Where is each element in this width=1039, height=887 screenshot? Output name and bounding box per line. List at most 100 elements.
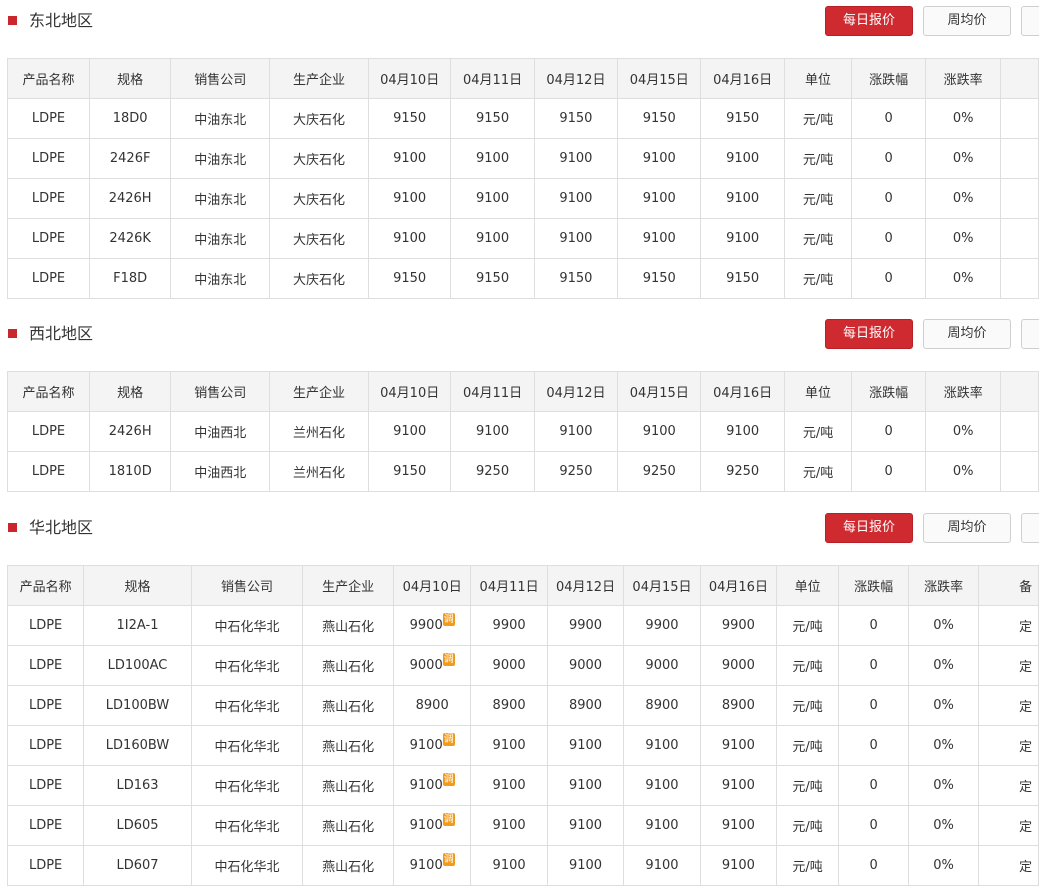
price-cell: 9000	[470, 645, 548, 686]
section-marker-icon	[8, 16, 17, 25]
change-cell: 0	[838, 725, 910, 766]
price-cell: 9100	[470, 845, 548, 886]
producer-cell: 燕山石化	[302, 845, 394, 886]
product-link[interactable]: LDPE	[7, 178, 90, 219]
daily-quote-button[interactable]: 每日报价	[825, 513, 913, 543]
price-cell: 9100	[546, 725, 625, 766]
producer-cell: 兰州石化	[269, 451, 369, 492]
table-row: LDPE LD605 中石化华北 燕山石化 9100调 9100 9100 91…	[6, 805, 1039, 846]
section-marker-icon	[8, 523, 17, 532]
col-header-unit: 单位	[776, 565, 840, 606]
price-cell: 9100	[546, 765, 625, 806]
price-cell: 9150	[367, 98, 452, 139]
col-header-date-4: 04月15日	[617, 371, 702, 412]
change-cell: 0	[838, 685, 910, 726]
price-cell: 9100	[699, 845, 778, 886]
price-cell: 9100	[699, 725, 778, 766]
seller-cell: 中石化华北	[190, 765, 304, 806]
weekly-average-button[interactable]: 周均价	[923, 319, 1011, 349]
col-header-producer: 生产企业	[269, 371, 369, 412]
change-cell: 0	[838, 845, 910, 886]
col-header-spec: 规格	[88, 58, 172, 99]
seller-cell: 中石化华北	[190, 645, 304, 686]
adjust-badge-icon: 调	[442, 653, 455, 666]
product-link[interactable]: LDPE	[7, 138, 90, 179]
product-link[interactable]: LDPE	[6, 645, 85, 686]
producer-cell: 大庆石化	[269, 138, 369, 179]
price-cell: 9100	[367, 138, 452, 179]
col-header-seller: 销售公司	[190, 565, 304, 606]
product-link[interactable]: LDPE	[6, 845, 85, 886]
seller-cell: 中油东北	[170, 138, 271, 179]
producer-cell: 大庆石化	[269, 178, 369, 219]
price-cell: 9900	[699, 605, 778, 646]
seller-cell: 中油东北	[170, 258, 271, 299]
price-cell: 9100	[623, 805, 701, 846]
section-northwest: 西北地区 每日报价 周均价 产品名称 规格 销售公司 生产企业 04月10日 0…	[0, 313, 1039, 492]
price-cell: 9100	[700, 138, 785, 179]
section-header: 华北地区 每日报价 周均价	[0, 507, 1039, 547]
weekly-average-button[interactable]: 周均价	[923, 513, 1011, 543]
col-header-note	[1000, 58, 1039, 99]
product-link[interactable]: LDPE	[6, 725, 85, 766]
daily-quote-button[interactable]: 每日报价	[825, 319, 913, 349]
price-cell-adjusted: 9100调	[392, 725, 472, 766]
section-header: 西北地区 每日报价 周均价	[0, 313, 1039, 353]
product-link[interactable]: LDPE	[6, 805, 85, 846]
adjust-badge-icon: 调	[442, 613, 455, 626]
price-cell: 9100	[700, 411, 785, 452]
table-header-row: 产品名称 规格 销售公司 生产企业 04月10日 04月11日 04月12日 0…	[6, 565, 1039, 606]
more-button[interactable]	[1021, 6, 1039, 36]
col-header-date-1: 04月10日	[392, 565, 472, 606]
product-link[interactable]: LDPE	[6, 685, 85, 726]
spec-cell: LD605	[83, 805, 192, 846]
unit-cell: 元/吨	[776, 645, 840, 686]
col-header-spec: 规格	[88, 371, 172, 412]
section-title: 华北地区	[29, 518, 94, 537]
price-cell: 9150	[700, 98, 785, 139]
price-cell: 9100	[546, 805, 625, 846]
producer-cell: 燕山石化	[302, 605, 394, 646]
daily-quote-button[interactable]: 每日报价	[825, 6, 913, 36]
col-header-seller: 销售公司	[170, 58, 271, 99]
product-link[interactable]: LDPE	[6, 605, 85, 646]
note-cell	[1000, 98, 1039, 139]
note-cell	[1000, 258, 1039, 299]
note-cell: 定	[978, 645, 1039, 686]
unit-cell: 元/吨	[776, 685, 840, 726]
section-northeast: 东北地区 每日报价 周均价 产品名称 规格 销售公司 生产企业 04月10日 0…	[0, 0, 1039, 299]
more-button[interactable]	[1021, 319, 1039, 349]
col-header-date-5: 04月16日	[700, 371, 785, 412]
col-header-date-3: 04月12日	[533, 371, 619, 412]
weekly-average-button[interactable]: 周均价	[923, 6, 1011, 36]
price-cell: 9100	[546, 845, 625, 886]
table-row: LDPE 1I2A-1 中石化华北 燕山石化 9900调 9900 9900 9…	[6, 605, 1039, 646]
price-cell: 9100	[533, 218, 619, 259]
more-button[interactable]	[1021, 513, 1039, 543]
product-link[interactable]: LDPE	[6, 765, 85, 806]
price-table: 产品名称 规格 销售公司 生产企业 04月10日 04月11日 04月12日 0…	[6, 565, 1039, 886]
price-cell: 9250	[533, 451, 619, 492]
change-cell: 0	[838, 765, 910, 806]
col-header-producer: 生产企业	[269, 58, 369, 99]
spec-cell: LD100BW	[83, 685, 192, 726]
col-header-date-2: 04月11日	[450, 371, 535, 412]
price-cell: 9900	[546, 605, 625, 646]
product-link[interactable]: LDPE	[7, 258, 90, 299]
spec-cell: 2426F	[88, 138, 172, 179]
product-link[interactable]: LDPE	[7, 411, 90, 452]
product-link[interactable]: LDPE	[7, 98, 90, 139]
price-cell: 9100	[367, 411, 452, 452]
price-cell: 9100	[700, 218, 785, 259]
col-header-date-2: 04月11日	[470, 565, 548, 606]
price-cell: 9100	[617, 138, 702, 179]
rate-cell: 0%	[908, 765, 980, 806]
price-cell-adjusted: 9000调	[392, 645, 472, 686]
product-link[interactable]: LDPE	[7, 451, 90, 492]
price-cell: 9100	[623, 765, 701, 806]
product-link[interactable]: LDPE	[7, 218, 90, 259]
price-cell: 8900	[392, 685, 472, 726]
price-cell: 9150	[617, 98, 702, 139]
note-cell	[1000, 138, 1039, 179]
adjust-badge-icon: 调	[442, 853, 455, 866]
